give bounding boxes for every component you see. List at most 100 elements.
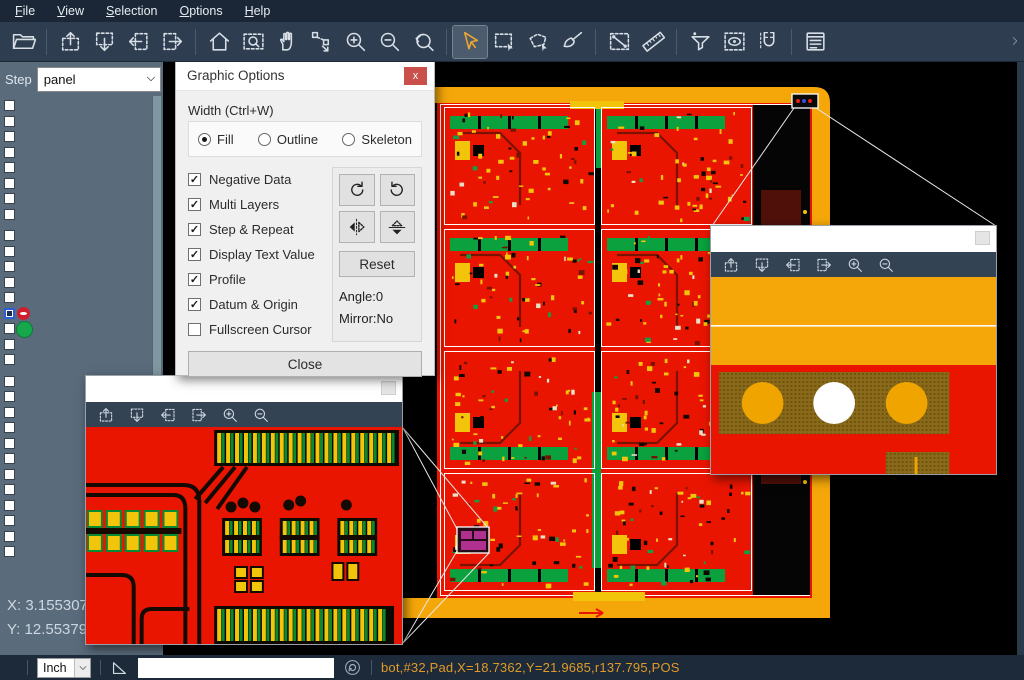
- command-input[interactable]: [138, 658, 334, 678]
- layer-row[interactable]: [0, 228, 163, 244]
- flip-horizontal-button[interactable]: [339, 211, 375, 243]
- layer-table-button[interactable]: [798, 26, 832, 58]
- layer-checkbox[interactable]: [4, 354, 15, 365]
- select-poly-button[interactable]: [521, 26, 555, 58]
- nudge-down-button[interactable]: [128, 406, 146, 424]
- layer-checkbox[interactable]: [4, 292, 15, 303]
- zoom-region-button[interactable]: [236, 26, 270, 58]
- magnifier-view[interactable]: [86, 427, 402, 644]
- layer-row[interactable]: [0, 176, 163, 192]
- layer-checkbox[interactable]: [4, 261, 15, 272]
- zoom-in-button[interactable]: [221, 406, 239, 424]
- checkbox-fullscreen-cursor[interactable]: Fullscreen Cursor: [188, 317, 330, 342]
- layer-row[interactable]: [0, 352, 163, 368]
- layer-checkbox[interactable]: [4, 422, 15, 433]
- measure-line-button[interactable]: [602, 26, 636, 58]
- nudge-up-button[interactable]: [97, 406, 115, 424]
- pan-hand-button[interactable]: [270, 26, 304, 58]
- layer-checkbox[interactable]: [4, 531, 15, 542]
- checkbox-multi-layers[interactable]: ✓Multi Layers: [188, 192, 330, 217]
- rotate-cw-button[interactable]: [339, 174, 375, 206]
- layer-checkbox[interactable]: [4, 546, 15, 557]
- flip-vertical-button[interactable]: [380, 211, 416, 243]
- zoom-out-button[interactable]: [252, 406, 270, 424]
- nudge-right-button[interactable]: [190, 406, 208, 424]
- select-rect-button[interactable]: [487, 26, 521, 58]
- layer-row[interactable]: [0, 98, 163, 114]
- layer-checkbox[interactable]: [4, 147, 15, 158]
- layer-checkbox[interactable]: [4, 339, 15, 350]
- chevron-right-icon[interactable]: [1008, 34, 1022, 53]
- layer-checkbox[interactable]: [4, 438, 15, 449]
- close-button[interactable]: Close: [188, 351, 422, 377]
- layer-checkbox[interactable]: [4, 209, 15, 220]
- layer-row[interactable]: [0, 321, 163, 337]
- view-options-button[interactable]: [717, 26, 751, 58]
- zoom-in-button[interactable]: [846, 256, 864, 274]
- radio-fill[interactable]: Fill: [198, 132, 234, 147]
- layer-checkbox[interactable]: [4, 500, 15, 511]
- unit-selector[interactable]: Inch: [37, 658, 91, 678]
- select-cursor-button[interactable]: [453, 26, 487, 58]
- checkbox-step-repeat[interactable]: ✓Step & Repeat: [188, 217, 330, 242]
- zoom-out-button[interactable]: [372, 26, 406, 58]
- layer-checkbox[interactable]: [4, 246, 15, 257]
- close-icon[interactable]: x: [404, 67, 427, 85]
- layer-row[interactable]: [0, 160, 163, 176]
- menu-options[interactable]: Options: [168, 0, 233, 22]
- step-selector[interactable]: panel: [37, 67, 161, 92]
- layer-row[interactable]: [0, 259, 163, 275]
- layer-checkbox[interactable]: [4, 469, 15, 480]
- checkbox-profile[interactable]: ✓Profile: [188, 267, 330, 292]
- layer-row[interactable]: [0, 207, 163, 223]
- menu-file[interactable]: File: [4, 0, 46, 22]
- nudge-up-button[interactable]: [53, 26, 87, 58]
- ruler-button[interactable]: [636, 26, 670, 58]
- refresh-icon[interactable]: [343, 658, 362, 677]
- layer-row[interactable]: [0, 275, 163, 291]
- window-button[interactable]: [975, 231, 990, 245]
- layer-checkbox[interactable]: [4, 178, 15, 189]
- layer-checkbox[interactable]: [4, 162, 15, 173]
- layer-checkbox[interactable]: [4, 131, 15, 142]
- layer-checkbox[interactable]: [4, 515, 15, 526]
- layer-row[interactable]: [0, 129, 163, 145]
- nudge-down-button[interactable]: [753, 256, 771, 274]
- magnifier-title-bar[interactable]: [86, 376, 402, 402]
- zoom-in-button[interactable]: [338, 26, 372, 58]
- filter-button[interactable]: [683, 26, 717, 58]
- snap-magnet-button[interactable]: [751, 26, 785, 58]
- layer-row[interactable]: [0, 145, 163, 161]
- checkbox-negative-data[interactable]: ✓Negative Data: [188, 167, 330, 192]
- layer-checkbox[interactable]: [4, 391, 15, 402]
- menu-view[interactable]: View: [46, 0, 95, 22]
- nudge-left-button[interactable]: [159, 406, 177, 424]
- layer-checkbox[interactable]: [4, 453, 15, 464]
- reset-button[interactable]: Reset: [339, 251, 415, 277]
- layer-checkbox[interactable]: [4, 277, 15, 288]
- layer-checkbox[interactable]: [4, 230, 15, 241]
- home-view-button[interactable]: [202, 26, 236, 58]
- nudge-down-button[interactable]: [87, 26, 121, 58]
- brush-button[interactable]: [555, 26, 589, 58]
- rotate-ccw-button[interactable]: [380, 174, 416, 206]
- canvas-scrollbar[interactable]: [1017, 62, 1024, 655]
- radio-skeleton[interactable]: Skeleton: [342, 132, 412, 147]
- checkbox-datum-origin[interactable]: ✓Datum & Origin: [188, 292, 330, 317]
- nudge-left-button[interactable]: [784, 256, 802, 274]
- angle-measure-icon[interactable]: [110, 658, 129, 677]
- layer-row[interactable]: [0, 191, 163, 207]
- layer-row[interactable]: [0, 290, 163, 306]
- nudge-right-button[interactable]: [155, 26, 189, 58]
- layer-row[interactable]: [0, 114, 163, 130]
- layer-row[interactable]: [0, 337, 163, 353]
- layer-checkbox[interactable]: [4, 484, 15, 495]
- window-button[interactable]: [381, 381, 396, 395]
- checkbox-display-text-value[interactable]: ✓Display Text Value: [188, 242, 330, 267]
- menu-selection[interactable]: Selection: [95, 0, 168, 22]
- magnifier-view[interactable]: [711, 277, 996, 474]
- layer-checkbox[interactable]: [4, 407, 15, 418]
- layer-row[interactable]: [0, 244, 163, 260]
- dialog-title-bar[interactable]: Graphic Options x: [176, 61, 434, 91]
- move-vertex-button[interactable]: [304, 26, 338, 58]
